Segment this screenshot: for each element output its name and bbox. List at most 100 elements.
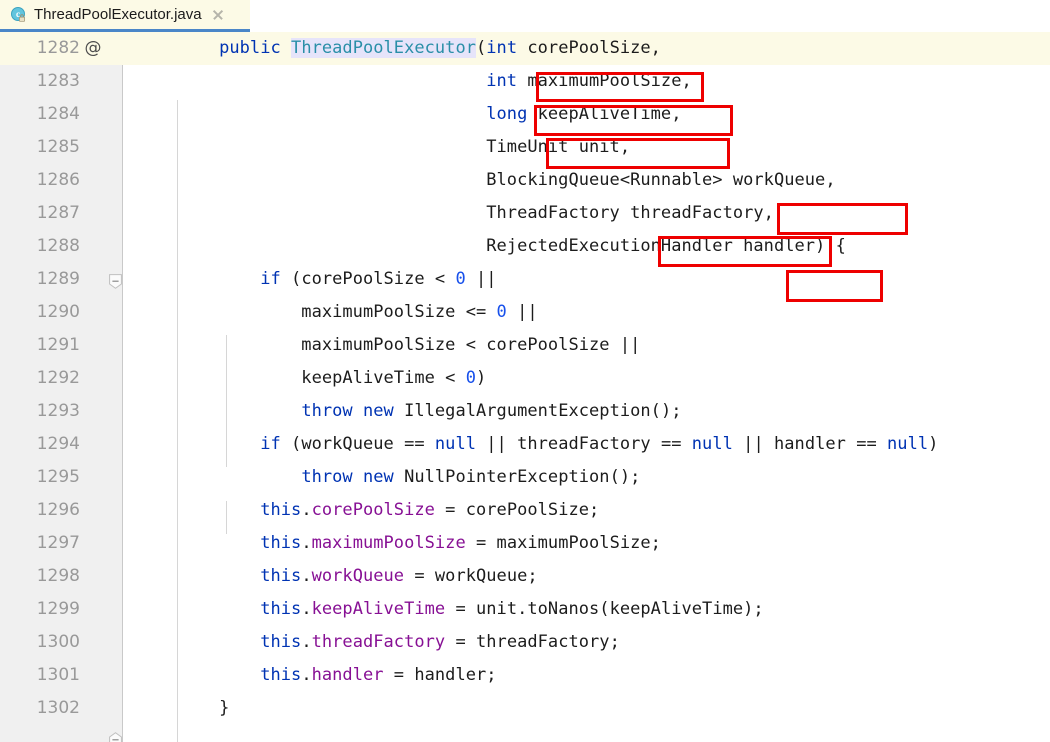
code-text[interactable]: this.maximumPoolSize = maximumPoolSize; xyxy=(178,527,661,560)
code-line-1300[interactable]: 1300 this.threadFactory = threadFactory; xyxy=(0,626,1050,659)
line-number[interactable]: 1302 xyxy=(0,692,80,725)
line-number[interactable]: 1290 xyxy=(0,296,80,329)
code-text[interactable]: this.workQueue = workQueue; xyxy=(178,560,538,593)
code-text[interactable]: if (workQueue == null || threadFactory =… xyxy=(178,428,938,461)
line-number[interactable]: 1301 xyxy=(0,659,80,692)
code-editor[interactable]: 1282 public ThreadPoolExecutor(int coreP… xyxy=(0,32,1050,742)
code-line-1291[interactable]: 1291 maximumPoolSize < corePoolSize || xyxy=(0,329,1050,362)
line-number[interactable]: 1285 xyxy=(0,131,80,164)
line-number[interactable]: 1300 xyxy=(0,626,80,659)
code-token: corePoolSize, xyxy=(517,38,661,58)
code-line-1301[interactable]: 1301 this.handler = handler; xyxy=(0,659,1050,692)
code-text[interactable]: int maximumPoolSize, xyxy=(178,65,692,98)
line-number[interactable]: 1297 xyxy=(0,527,80,560)
line-number[interactable]: 1299 xyxy=(0,593,80,626)
code-text[interactable]: ThreadFactory threadFactory, xyxy=(178,197,774,230)
editor-tab-threadpoolexecutor[interactable]: c ThreadPoolExecutor.java xyxy=(0,0,250,32)
code-token: this xyxy=(260,599,302,619)
code-text[interactable]: TimeUnit unit, xyxy=(178,131,630,164)
line-number[interactable]: 1292 xyxy=(0,362,80,395)
code-line-1296[interactable]: 1296 this.corePoolSize = corePoolSize; xyxy=(0,494,1050,527)
line-number[interactable]: 1298 xyxy=(0,560,80,593)
code-text[interactable]: this.threadFactory = threadFactory; xyxy=(178,626,620,659)
line-number[interactable]: 1294 xyxy=(0,428,80,461)
lock-overlay-icon xyxy=(19,13,25,22)
code-token: if xyxy=(260,434,281,454)
annotation-gutter-marker[interactable]: @ xyxy=(80,32,106,65)
code-token: || xyxy=(506,302,538,322)
code-text[interactable]: RejectedExecutionHandler handler) { xyxy=(178,230,846,263)
code-line-1297[interactable]: 1297 this.maximumPoolSize = maximumPoolS… xyxy=(0,527,1050,560)
code-text[interactable]: this.corePoolSize = corePoolSize; xyxy=(178,494,599,527)
code-text[interactable]: maximumPoolSize < corePoolSize || xyxy=(178,329,640,362)
code-token: maximumPoolSize, xyxy=(517,71,692,91)
code-line-1290[interactable]: 1290 maximumPoolSize <= 0 || xyxy=(0,296,1050,329)
code-text[interactable]: maximumPoolSize <= 0 || xyxy=(178,296,538,329)
editor-tab-label: ThreadPoolExecutor.java xyxy=(34,6,202,23)
code-token: null xyxy=(887,434,929,454)
line-number[interactable]: 1293 xyxy=(0,395,80,428)
code-token: (workQueue == xyxy=(280,434,435,454)
code-line-1285[interactable]: 1285 TimeUnit unit, xyxy=(0,131,1050,164)
line-number[interactable]: 1295 xyxy=(0,461,80,494)
code-text[interactable]: } xyxy=(178,692,229,725)
code-text[interactable]: keepAliveTime < 0) xyxy=(178,362,486,395)
ide-editor-window: c ThreadPoolExecutor.java 1282 public Th… xyxy=(0,0,1050,742)
code-token: this xyxy=(260,632,302,652)
line-number[interactable]: 1282 xyxy=(0,32,80,65)
line-number[interactable]: 1289 xyxy=(0,263,80,296)
line-number[interactable]: 1283 xyxy=(0,65,80,98)
code-text[interactable]: this.handler = handler; xyxy=(178,659,497,692)
code-token: || threadFactory == xyxy=(476,434,692,454)
editor-tab-bar: c ThreadPoolExecutor.java xyxy=(0,0,1050,32)
code-line-1289[interactable]: 1289 if (corePoolSize < 0 || xyxy=(0,263,1050,296)
code-token: TimeUnit unit, xyxy=(178,137,631,157)
code-line-1286[interactable]: 1286 BlockingQueue<Runnable> workQueue, xyxy=(0,164,1050,197)
code-text[interactable]: long keepAliveTime, xyxy=(178,98,681,131)
code-line-1282[interactable]: 1282 public ThreadPoolExecutor(int coreP… xyxy=(0,32,1050,65)
code-text[interactable]: throw new IllegalArgumentException(); xyxy=(178,395,682,428)
code-line-1292[interactable]: 1292 keepAliveTime < 0) xyxy=(0,362,1050,395)
code-line-1298[interactable]: 1298 this.workQueue = workQueue; xyxy=(0,560,1050,593)
line-number[interactable]: 1296 xyxy=(0,494,80,527)
line-number[interactable]: 1291 xyxy=(0,329,80,362)
code-token: throw xyxy=(301,401,353,421)
code-line-1299[interactable]: 1299 this.keepAliveTime = unit.toNanos(k… xyxy=(0,593,1050,626)
code-text[interactable]: if (corePoolSize < 0 || xyxy=(178,263,497,296)
code-token: ThreadPoolExecutor xyxy=(291,38,476,58)
line-number[interactable]: 1284 xyxy=(0,98,80,131)
code-text[interactable]: throw new NullPointerException(); xyxy=(178,461,640,494)
line-number[interactable]: 1286 xyxy=(0,164,80,197)
code-token: int xyxy=(486,71,518,91)
close-icon[interactable] xyxy=(211,8,225,22)
code-text[interactable]: this.keepAliveTime = unit.toNanos(keepAl… xyxy=(178,593,764,626)
code-token: this xyxy=(260,665,302,685)
line-number[interactable]: 1288 xyxy=(0,230,80,263)
code-text[interactable]: public ThreadPoolExecutor(int corePoolSi… xyxy=(178,32,661,65)
code-token: keepAliveTime xyxy=(311,599,446,619)
code-line-1288[interactable]: 1288 RejectedExecutionHandler handler) { xyxy=(0,230,1050,263)
line-number[interactable]: 1287 xyxy=(0,197,80,230)
code-line-1295[interactable]: 1295 throw new NullPointerException(); xyxy=(0,461,1050,494)
code-token: workQueue xyxy=(311,566,405,586)
code-line-1302[interactable]: 1302 } xyxy=(0,692,1050,725)
code-token: long xyxy=(486,104,528,124)
code-line-1294[interactable]: 1294 if (workQueue == null || threadFact… xyxy=(0,428,1050,461)
code-token: = maximumPoolSize; xyxy=(465,533,661,553)
code-token: if xyxy=(260,269,281,289)
code-line-1284[interactable]: 1284 long keepAliveTime, xyxy=(0,98,1050,131)
code-line-1283[interactable]: 1283 int maximumPoolSize, xyxy=(0,65,1050,98)
code-line-1287[interactable]: 1287 ThreadFactory threadFactory, xyxy=(0,197,1050,230)
code-token: || handler == xyxy=(732,434,888,454)
code-text[interactable]: BlockingQueue<Runnable> workQueue, xyxy=(178,164,836,197)
code-token: handler xyxy=(311,665,384,685)
code-line-1293[interactable]: 1293 throw new IllegalArgumentException(… xyxy=(0,395,1050,428)
code-token: 0 xyxy=(496,302,507,322)
code-token: || xyxy=(465,269,497,289)
